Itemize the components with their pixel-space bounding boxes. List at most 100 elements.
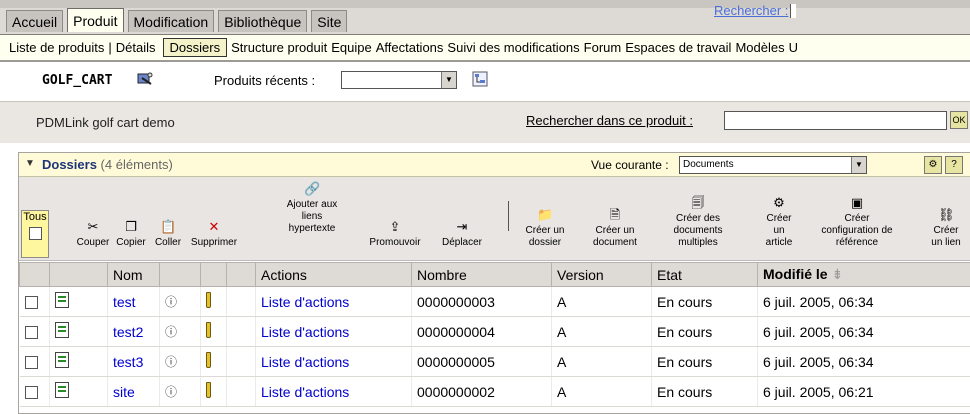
promote-button[interactable]: ⇪ Promouvoir [365,219,425,249]
subnav-folders[interactable]: Dossiers [162,38,228,57]
row-state: En cours [651,376,758,407]
row-modified: 6 juil. 2005, 06:34 [757,316,970,347]
search-in-product-link[interactable]: Rechercher dans ce produit : [526,113,693,128]
header-modified[interactable]: Modifié le ⇟ [757,262,970,287]
row-checkbox[interactable] [24,356,38,370]
row-version: A [551,376,652,407]
header-state[interactable]: Etat [651,262,758,287]
structure-tree-icon[interactable] [472,71,488,87]
current-view-select[interactable]: Documents ▼ [679,156,867,174]
search-in-product-input[interactable] [724,111,947,130]
actions-list-link[interactable]: Liste d'actions [261,324,349,340]
create-multiple-documents-button[interactable]: 🗐 Créer des documents multiples [667,195,729,249]
panel-item-count: (4 éléments) [100,157,173,172]
tab-produit[interactable]: Produit [67,8,124,32]
copy-button[interactable]: ❐ Copier [113,219,149,249]
add-hyperlinks-button[interactable]: 🔗 Ajouter aux liens hypertexte [280,181,344,235]
collapse-triangle-icon[interactable]: ▼ [25,158,35,169]
document-name-link[interactable]: site [113,384,135,400]
document-icon[interactable] [55,322,69,338]
tab-accueil[interactable]: Accueil [6,10,64,32]
header-actions[interactable]: Actions [255,262,412,287]
toolbar-separator [508,201,509,231]
top-search-input[interactable] [790,3,797,18]
info-icon[interactable]: ⓘ [165,295,177,309]
pencil-icon[interactable] [206,322,211,338]
cut-button[interactable]: ✂ Couper [75,219,111,249]
tab-site[interactable]: Site [311,10,348,32]
chevron-down-icon[interactable]: ▼ [851,157,866,173]
row-select [19,316,50,347]
sort-icon: ⇟ [831,266,844,282]
row-info: ⓘ [159,316,201,347]
chevron-down-icon[interactable]: ▼ [441,72,456,88]
search-ok-button[interactable]: OK [950,111,968,129]
paste-icon: 📋 [160,219,177,234]
row-name: test2 [107,316,160,347]
info-icon[interactable]: ⓘ [165,325,177,339]
header-number[interactable]: Nombre [411,262,552,287]
header-name[interactable]: Nom [107,262,160,287]
promote-label: Promouvoir [369,237,421,248]
create-multi-label-3: multiples [678,237,718,248]
document-name-link[interactable]: test [113,294,136,310]
move-icon: ⇥ [456,219,468,234]
document-name-link[interactable]: test3 [113,354,143,370]
subnav-assignments[interactable]: Affectations [376,40,444,55]
create-document-button[interactable]: 🗎 Créer un document [585,207,645,249]
row-checkbox[interactable] [24,326,38,340]
row-checkbox[interactable] [24,386,38,400]
sub-navigation: Liste de produits | Détails Dossiers Str… [0,34,970,62]
move-button[interactable]: ⇥ Déplacer [437,219,487,249]
info-icon[interactable]: ⓘ [165,355,177,369]
top-search-link[interactable]: Rechercher : [714,3,788,18]
create-article-label-1: Créer [766,213,792,224]
scissors-icon: ✂ [87,219,99,234]
paste-button[interactable]: 📋 Coller [150,219,186,249]
subnav-templates[interactable]: Modèles [735,40,784,55]
main-tabs: Accueil Produit Modification Bibliothèqu… [6,8,351,32]
pencil-icon[interactable] [206,292,211,308]
create-article-button[interactable]: ⚙ Créer un article [759,195,799,249]
subnav-separator: | [108,40,112,55]
pencil-icon[interactable] [206,352,211,368]
document-icon[interactable] [55,382,69,398]
document-icon[interactable] [55,292,69,308]
pencil-icon[interactable] [206,382,211,398]
create-link-button[interactable]: ⛓ Créer un lien [924,207,968,249]
customize-view-icon[interactable]: ⚙ [924,156,942,174]
document-name-link[interactable]: test2 [113,324,143,340]
row-blank [226,376,256,407]
info-icon[interactable]: ⓘ [165,385,177,399]
document-icon[interactable] [55,352,69,368]
subnav-product-list[interactable]: Liste de produits [9,40,104,55]
tab-modification[interactable]: Modification [127,10,215,32]
create-folder-button[interactable]: 📁 Créer un dossier [519,207,571,249]
create-reference-config-button[interactable]: ▣ Créer configuration de référence [809,195,905,249]
subnav-workspaces[interactable]: Espaces de travail [625,40,731,55]
subnav-team[interactable]: Equipe [331,40,371,55]
subnav-change-tracking[interactable]: Suivi des modifications [447,40,579,55]
actions-list-link[interactable]: Liste d'actions [261,294,349,310]
select-all-checkbox[interactable] [28,227,42,240]
subnav-more[interactable]: U [789,40,798,55]
actions-list-link[interactable]: Liste d'actions [261,354,349,370]
promote-icon: ⇪ [389,219,401,234]
actions-list-link[interactable]: Liste d'actions [261,384,349,400]
product-icon[interactable] [136,71,154,87]
recent-products-select[interactable]: ▼ [341,71,457,89]
help-button[interactable]: ? [945,156,963,174]
object-name: GOLF_CART [42,73,113,88]
delete-x-icon: ✕ [208,219,220,234]
row-checkbox[interactable] [24,296,38,310]
tab-bibliotheque[interactable]: Bibliothèque [218,10,308,32]
row-name: test [107,286,160,317]
row-select [19,376,50,407]
subnav-product-structure[interactable]: Structure produit [231,40,327,55]
table-header-row: Nom Actions Nombre Version Etat Modifié … [19,262,970,287]
subnav-details[interactable]: Détails [116,40,156,55]
delete-button[interactable]: ✕ Supprimer [185,219,243,249]
header-version[interactable]: Version [551,262,652,287]
subnav-forum[interactable]: Forum [584,40,622,55]
select-all[interactable]: Tous [21,210,49,258]
